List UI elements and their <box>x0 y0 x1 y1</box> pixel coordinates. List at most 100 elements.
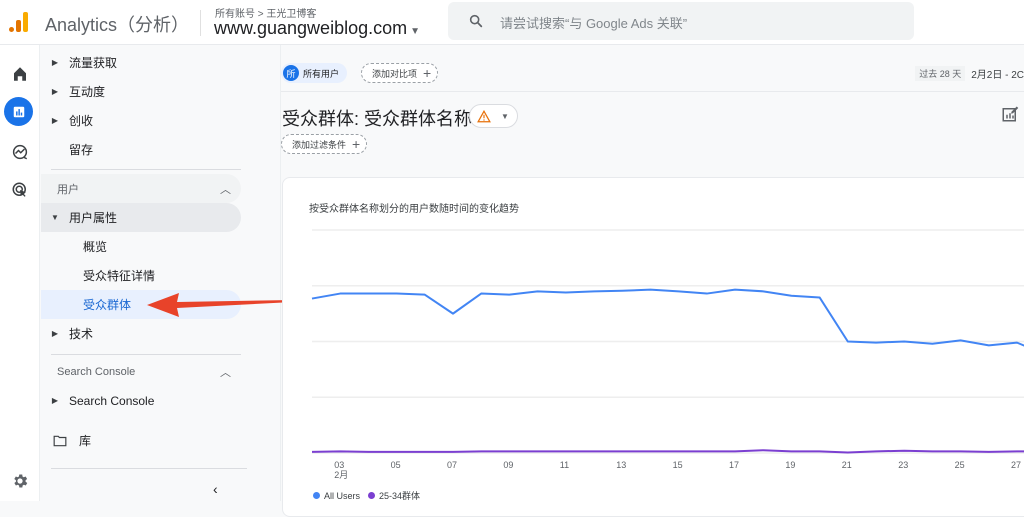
x-tick-label: 11 <box>560 460 569 470</box>
x-tick-label: 15 <box>673 460 683 470</box>
expand-triangle-icon: ▶ <box>51 329 59 338</box>
expand-triangle-icon: ▶ <box>51 116 59 125</box>
nav-label: 受众群体 <box>83 298 132 312</box>
nav-label: 创收 <box>69 114 94 128</box>
advertising-icon[interactable] <box>7 177 33 203</box>
section-search-console[interactable]: Search Console ︿ <box>41 357 241 386</box>
chart-card: 按受众群体名称划分的用户数随时间的变化趋势 03 2月 05 07 09 11 13 15 17… <box>282 177 1024 517</box>
divider <box>200 10 201 36</box>
nav-item-user-attributes[interactable]: ▼ 用户属性 <box>41 203 241 232</box>
nav-label: 用户属性 <box>69 211 118 225</box>
series-line-25-34[interactable] <box>311 449 1024 454</box>
x-tick-label: 03 <box>334 460 344 470</box>
x-tick-label: 17 <box>729 460 739 470</box>
legend-dot <box>368 492 376 499</box>
nav-item-acquisition[interactable]: ▶ 流量获取 <box>41 48 117 77</box>
nav-item-engagement[interactable]: ▶ 互动度 <box>41 77 105 106</box>
section-user[interactable]: 用户 ︿ <box>41 174 241 203</box>
legend-label: All Users <box>324 490 361 501</box>
x-tick-label: 09 <box>503 460 513 470</box>
property-selector[interactable]: www.guangweiblog.com ▼ <box>214 18 420 39</box>
segment-avatar: 所 <box>283 65 299 81</box>
warning-icon <box>477 109 491 122</box>
expand-triangle-icon: ▶ <box>51 58 59 67</box>
segment-label: 所有用户 <box>303 68 340 79</box>
add-comparison-button[interactable]: 添加对比项 + <box>361 63 439 83</box>
x-tick-label: 19 <box>785 460 795 470</box>
reports-icon[interactable] <box>4 97 33 126</box>
caret-down-icon: ▼ <box>410 26 421 37</box>
divider <box>281 91 1024 92</box>
legend-label: 25-34群体 <box>379 491 421 501</box>
nav-label: 受众特征详情 <box>83 269 156 283</box>
add-filter-label: 添加过滤条件 <box>292 139 347 150</box>
chevron-up-icon: ︿ <box>220 184 231 196</box>
page-title: 受众群体: 受众群体名称 <box>282 109 473 129</box>
plus-icon: + <box>423 65 432 81</box>
expand-triangle-icon: ▶ <box>51 87 59 96</box>
nav-label: Search Console <box>69 393 155 408</box>
section-label: 用户 <box>57 183 79 196</box>
x-tick-label: 23 <box>898 460 908 470</box>
series-line-all-users[interactable] <box>311 288 1024 355</box>
nav-label: 互动度 <box>69 85 106 99</box>
nav-item-tech[interactable]: ▶ 技术 <box>41 319 93 348</box>
chevron-left-icon[interactable]: ‹ <box>213 481 218 497</box>
settings-icon[interactable] <box>7 468 33 494</box>
nav-label: 流量获取 <box>69 56 118 70</box>
customize-report-icon[interactable] <box>1001 105 1019 123</box>
nav-item-search-console[interactable]: ▶ Search Console <box>41 386 154 415</box>
chart-legend: All Users 25-34群体 <box>313 489 428 502</box>
add-comparison-label: 添加对比项 <box>372 68 418 79</box>
folder-icon <box>53 435 67 446</box>
x-tick-label: 25 <box>955 460 965 470</box>
reports-nav: ▶ 流量获取 ▶ 互动度 ▶ 创收 留存 用户 ︿ ▼ 用户属性 概览 受众特征… <box>41 45 281 501</box>
analytics-logo-icon[interactable] <box>9 10 31 32</box>
app-title: Analytics（分析） <box>45 15 190 35</box>
nav-item-overview[interactable]: 概览 <box>41 232 107 261</box>
add-filter-button[interactable]: 添加过滤条件 + <box>281 134 368 154</box>
nav-label: 留存 <box>69 143 94 157</box>
chevron-up-icon: ︿ <box>220 367 231 379</box>
nav-item-demographic-details[interactable]: 受众特征详情 <box>41 261 155 290</box>
top-bar: Analytics（分析） 所有账号 > 王光卫博客 www.guangweib… <box>0 0 1024 45</box>
legend-dot <box>313 492 320 499</box>
plus-icon: + <box>352 136 361 152</box>
nav-item-monetization[interactable]: ▶ 创收 <box>41 106 93 135</box>
divider <box>51 169 241 170</box>
date-range-badge: 过去 28 天 <box>915 66 966 81</box>
x-tick-label: 13 <box>616 460 626 470</box>
main-content: 所 所有用户 添加对比项 + 过去 28 天 2月2日 - 2C 受众群体: 受众… <box>281 45 1024 517</box>
nav-item-retention[interactable]: 留存 <box>41 135 93 164</box>
home-icon[interactable] <box>7 61 33 87</box>
search-placeholder: 请尝试搜索“与 Google Ads 关联” <box>500 16 688 31</box>
search-input[interactable]: 请尝试搜索“与 Google Ads 关联” <box>448 2 914 40</box>
legend-item-25-34[interactable]: 25-34群体 <box>368 489 420 502</box>
collapse-triangle-icon: ▼ <box>51 213 59 222</box>
x-tick-label: 05 <box>391 460 401 470</box>
x-tick-label: 27 <box>1011 460 1021 470</box>
x-tick-label: 2月 <box>334 470 348 480</box>
x-tick-label: 07 <box>447 460 457 470</box>
date-range-text: 2月2日 - 2C <box>971 70 1024 81</box>
expand-triangle-icon: ▶ <box>51 396 59 405</box>
data-quality-menu[interactable]: ▼ <box>469 104 518 128</box>
nav-label: 库 <box>79 434 92 448</box>
property-name: www.guangweiblog.com <box>214 18 408 38</box>
explore-icon[interactable] <box>7 139 33 165</box>
divider <box>51 468 247 469</box>
date-range-picker[interactable]: 过去 28 天 2月2日 - 2C <box>915 66 1024 81</box>
line-chart: 032月 05 07 09 11 13 15 17 19 21 23 25 27 <box>311 229 1024 480</box>
divider <box>51 354 241 355</box>
nav-item-library[interactable]: 库 <box>41 426 91 455</box>
x-tick-label: 21 <box>842 460 852 470</box>
legend-item-all-users[interactable]: All Users <box>313 491 360 501</box>
nav-label: 技术 <box>69 327 94 341</box>
nav-label: 概览 <box>83 240 108 254</box>
nav-item-audiences[interactable]: 受众群体 <box>41 290 241 319</box>
search-icon <box>469 14 483 28</box>
section-label: Search Console <box>57 365 136 378</box>
left-rail <box>0 45 40 501</box>
segment-chip-all-users[interactable]: 所 所有用户 <box>281 63 348 83</box>
caret-down-icon: ▼ <box>501 111 509 121</box>
